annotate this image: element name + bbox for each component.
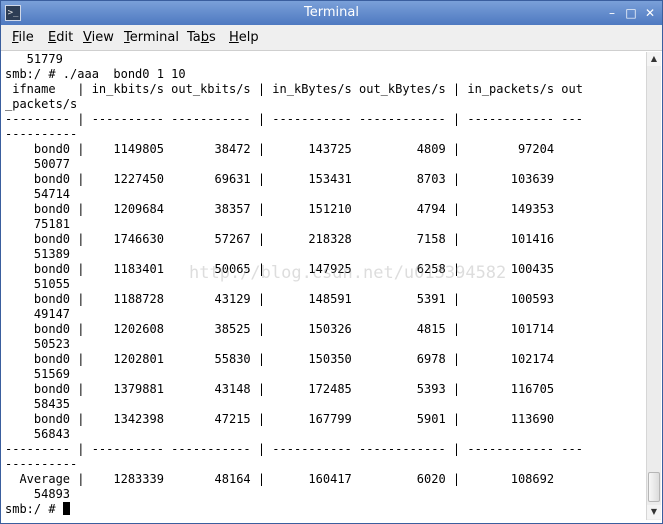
terminal-line: --------- | ---------- ----------- | ---…: [5, 112, 583, 126]
terminal-line: _packets/s: [5, 97, 78, 111]
window-title: Terminal: [304, 5, 359, 20]
terminal-line: 75181: [5, 217, 71, 231]
terminal-line: 50077: [5, 157, 71, 171]
terminal-line: 54714: [5, 187, 71, 201]
terminal-line: ----------: [5, 457, 78, 471]
scroll-down-icon[interactable]: ▼: [647, 505, 661, 519]
minimize-icon[interactable]: –: [604, 5, 620, 21]
terminal-line: bond0 | 1188728 43129 | 148591 5391 | 10…: [5, 292, 555, 306]
menu-view[interactable]: View: [83, 30, 114, 45]
menu-help[interactable]: Help: [229, 30, 259, 45]
scrollbar-thumb[interactable]: [648, 472, 660, 502]
menu-help-label: elp: [238, 30, 259, 45]
terminal-line: bond0 | 1746630 57267 | 218328 7158 | 10…: [5, 232, 555, 246]
menu-edit[interactable]: Edit: [48, 30, 73, 45]
maximize-icon[interactable]: □: [623, 5, 639, 21]
menu-edit-label: dit: [56, 30, 74, 45]
menu-tabs-label-start: Ta: [187, 30, 201, 45]
terminal-line: 51779: [5, 52, 63, 66]
menu-help-mnemonic: H: [229, 30, 239, 45]
terminal-line: bond0 | 1202801 55830 | 150350 6978 | 10…: [5, 352, 555, 366]
menu-file-label: ile: [18, 30, 34, 45]
terminal-line: 58435: [5, 397, 71, 411]
terminal-line: 56843: [5, 427, 71, 441]
terminal-line: bond0 | 1183401 50065 | 147925 6258 | 10…: [5, 262, 555, 276]
terminal-line: ----------: [5, 127, 78, 141]
terminal-line: 50523: [5, 337, 71, 351]
scroll-up-icon[interactable]: ▲: [647, 52, 661, 66]
menu-terminal-label: erminal: [129, 30, 179, 45]
terminal-line: 49147: [5, 307, 71, 321]
terminal-line: bond0 | 1202608 38525 | 150326 4815 | 10…: [5, 322, 555, 336]
text-cursor: [62, 502, 70, 515]
menu-view-mnemonic: V: [83, 30, 92, 45]
terminal-line: bond0 | 1227450 69631 | 153431 8703 | 10…: [5, 172, 555, 186]
terminal-line: 51389: [5, 247, 71, 261]
terminal-line: smb:/ # ./aaa bond0 1 10: [5, 67, 186, 81]
menu-bar: File Edit View Terminal Tabs Help: [1, 25, 662, 51]
terminal-window: >_ Terminal – □ ✕ File Edit View Termina…: [0, 0, 663, 524]
menu-edit-mnemonic: E: [48, 30, 57, 45]
terminal-output[interactable]: 51779 smb:/ # ./aaa bond0 1 10 ifname | …: [3, 52, 645, 521]
vertical-scrollbar[interactable]: ▲ ▼: [646, 52, 661, 520]
menu-tabs[interactable]: Tabs: [187, 30, 216, 45]
terminal-line: bond0 | 1149805 38472 | 143725 4809 | 97…: [5, 142, 555, 156]
menu-file[interactable]: File: [12, 30, 34, 45]
terminal-line: bond0 | 1379881 43148 | 172485 5393 | 11…: [5, 382, 555, 396]
menu-terminal[interactable]: Terminal: [124, 30, 179, 45]
terminal-line: 51055: [5, 277, 71, 291]
title-bar[interactable]: >_ Terminal – □ ✕: [1, 1, 662, 25]
terminal-line: bond0 | 1209684 38357 | 151210 4794 | 14…: [5, 202, 555, 216]
terminal-line: Average | 1283339 48164 | 160417 6020 | …: [5, 472, 555, 486]
menu-view-label: iew: [91, 30, 114, 45]
menu-tabs-mnemonic: b: [200, 30, 210, 45]
terminal-line: 51569: [5, 367, 71, 381]
terminal-line: --------- | ---------- ----------- | ---…: [5, 442, 583, 456]
terminal-line: ifname | in_kbits/s out_kbits/s | in_kBy…: [5, 82, 583, 96]
menu-tabs-label-end: s: [209, 30, 216, 45]
close-icon[interactable]: ✕: [642, 5, 658, 21]
terminal-line: bond0 | 1342398 47215 | 167799 5901 | 11…: [5, 412, 555, 426]
terminal-line: 54893: [5, 487, 71, 501]
shell-prompt: smb:/ #: [5, 502, 63, 516]
terminal-prompt-line[interactable]: smb:/ #: [5, 502, 70, 517]
